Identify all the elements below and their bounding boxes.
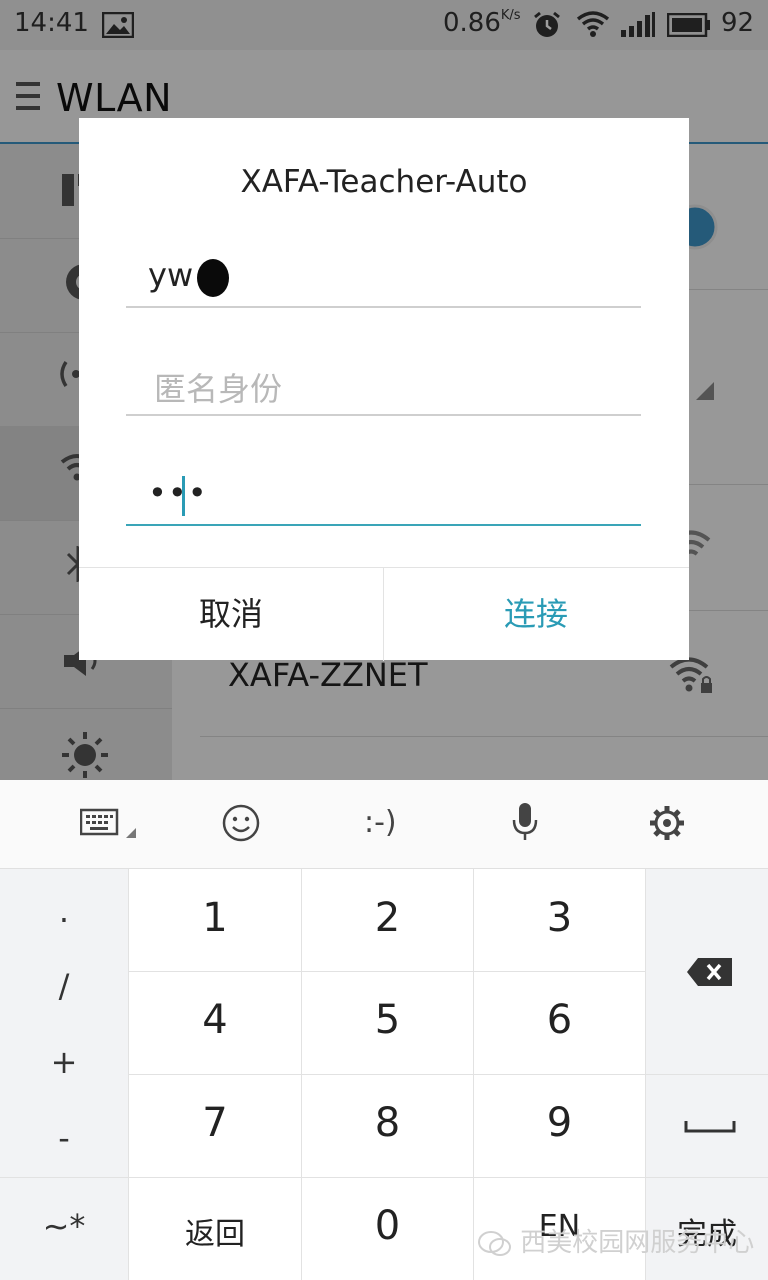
key-3[interactable]: 3 xyxy=(474,895,645,941)
symbol-key-slash[interactable]: / xyxy=(0,967,128,1005)
tilde-key[interactable]: ~* xyxy=(0,1207,128,1245)
identity-value: yw xyxy=(148,256,194,294)
emoticon-icon[interactable]: :-) xyxy=(364,805,397,840)
symbol-key-dot[interactable]: · xyxy=(0,901,128,939)
microphone-icon[interactable] xyxy=(512,802,538,842)
emoji-icon[interactable] xyxy=(222,804,260,842)
cancel-button[interactable]: 取消 xyxy=(79,568,384,661)
backspace-key[interactable] xyxy=(686,957,734,987)
space-key[interactable] xyxy=(684,1119,736,1133)
key-5[interactable]: 5 xyxy=(302,997,473,1043)
password-field[interactable]: ••• xyxy=(126,466,641,526)
key-8[interactable]: 8 xyxy=(302,1100,473,1146)
numeric-keyboard: · / + - ~* 1 2 3 4 5 6 7 8 9 返回 0 EN 完成 xyxy=(0,869,768,1280)
watermark: 西美校园网服务中心 xyxy=(478,1222,754,1259)
anonymous-identity-placeholder: 匿名身份 xyxy=(154,370,283,408)
key-7[interactable]: 7 xyxy=(129,1100,301,1146)
wifi-connect-dialog: XAFA-Teacher-Auto yw 匿名身份 ••• 取消 连接 xyxy=(79,118,689,661)
keyboard-switch-icon[interactable] xyxy=(80,808,140,840)
key-6[interactable]: 6 xyxy=(474,997,645,1043)
settings-icon[interactable] xyxy=(648,804,686,842)
password-masked: ••• xyxy=(148,474,208,512)
redaction-mark xyxy=(196,258,230,298)
return-key[interactable]: 返回 xyxy=(129,1209,301,1253)
key-2[interactable]: 2 xyxy=(302,895,473,941)
symbol-key-minus[interactable]: - xyxy=(0,1119,128,1157)
key-1[interactable]: 1 xyxy=(129,895,301,941)
symbol-key-plus[interactable]: + xyxy=(0,1043,128,1081)
identity-field[interactable]: yw xyxy=(126,248,641,308)
text-caret xyxy=(182,476,185,516)
anonymous-identity-field[interactable]: 匿名身份 xyxy=(126,356,641,416)
key-4[interactable]: 4 xyxy=(129,997,301,1043)
dialog-title: XAFA-Teacher-Auto xyxy=(240,164,528,200)
watermark-text: 西美校园网服务中心 xyxy=(520,1228,755,1258)
connect-button[interactable]: 连接 xyxy=(384,568,688,661)
dialog-button-bar: 取消 连接 xyxy=(79,567,689,661)
wechat-icon xyxy=(478,1230,512,1258)
key-9[interactable]: 9 xyxy=(474,1100,645,1146)
key-0[interactable]: 0 xyxy=(302,1203,473,1249)
